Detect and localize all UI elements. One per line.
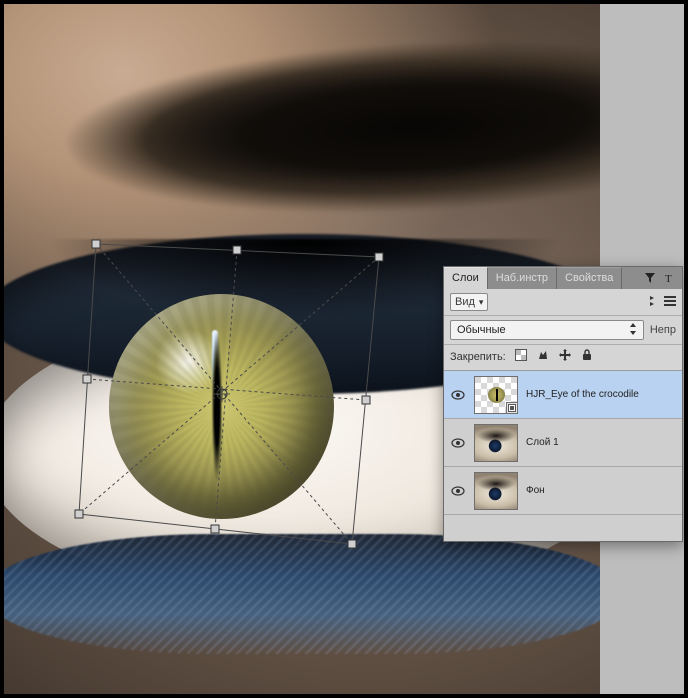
visibility-toggle[interactable] xyxy=(450,486,466,496)
layer-row[interactable]: Фон xyxy=(444,467,682,515)
opacity-label: Непр xyxy=(650,324,676,336)
lock-all-icon[interactable] xyxy=(580,349,594,364)
lock-position-icon[interactable] xyxy=(558,349,572,364)
panel-options-row: Вид ▾ xyxy=(444,289,682,316)
visibility-toggle[interactable] xyxy=(450,390,466,400)
layer-name[interactable]: Фон xyxy=(526,485,676,496)
layers-list: HJR_Eye of the crocodile Слой 1 Фон xyxy=(444,371,682,541)
tab-layers[interactable]: Слои xyxy=(444,267,488,289)
blend-mode-value: Обычные xyxy=(457,324,506,336)
photo-lower-lashline xyxy=(4,534,600,654)
layer-name[interactable]: Слой 1 xyxy=(526,437,676,448)
filter-kind-label: Вид xyxy=(455,296,475,308)
chevron-up-down-icon xyxy=(629,323,637,338)
layer-thumbnail[interactable] xyxy=(474,376,518,414)
layer-row[interactable]: Слой 1 xyxy=(444,419,682,467)
layer-thumbnail[interactable] xyxy=(474,424,518,462)
layers-list-empty-area xyxy=(444,515,682,541)
lock-pixels-icon[interactable] xyxy=(536,349,550,364)
blend-mode-dropdown[interactable]: Обычные xyxy=(450,320,644,340)
tab-presets[interactable]: Наб.инстр xyxy=(488,267,557,289)
type-icon[interactable]: T xyxy=(664,272,676,284)
lock-transparency-icon[interactable] xyxy=(514,349,528,364)
visibility-toggle[interactable] xyxy=(450,438,466,448)
layer-filter-kind-dropdown[interactable]: Вид ▾ xyxy=(450,293,488,311)
lock-row: Закрепить: xyxy=(444,345,682,371)
layer-row[interactable]: HJR_Eye of the crocodile xyxy=(444,371,682,419)
panel-menu-icon[interactable] xyxy=(664,296,676,309)
svg-text:T: T xyxy=(665,273,672,284)
layer-name[interactable]: HJR_Eye of the crocodile xyxy=(526,389,676,400)
panel-tabs: Слои Наб.инстр Свойства T xyxy=(444,267,682,289)
chevron-down-icon: ▾ xyxy=(479,297,484,308)
crocodile-iris-layer[interactable] xyxy=(109,294,334,519)
layers-panel: Слои Наб.инстр Свойства T Вид ▾ xyxy=(443,266,683,542)
smart-object-icon xyxy=(506,402,518,414)
chevrons-icon[interactable] xyxy=(648,295,658,310)
tab-properties[interactable]: Свойства xyxy=(557,267,622,289)
layer-thumbnail[interactable] xyxy=(474,472,518,510)
lock-label: Закрепить: xyxy=(450,351,506,363)
blend-row: Обычные Непр xyxy=(444,316,682,345)
filter-icon[interactable] xyxy=(644,272,656,284)
iris-highlight xyxy=(212,330,218,393)
